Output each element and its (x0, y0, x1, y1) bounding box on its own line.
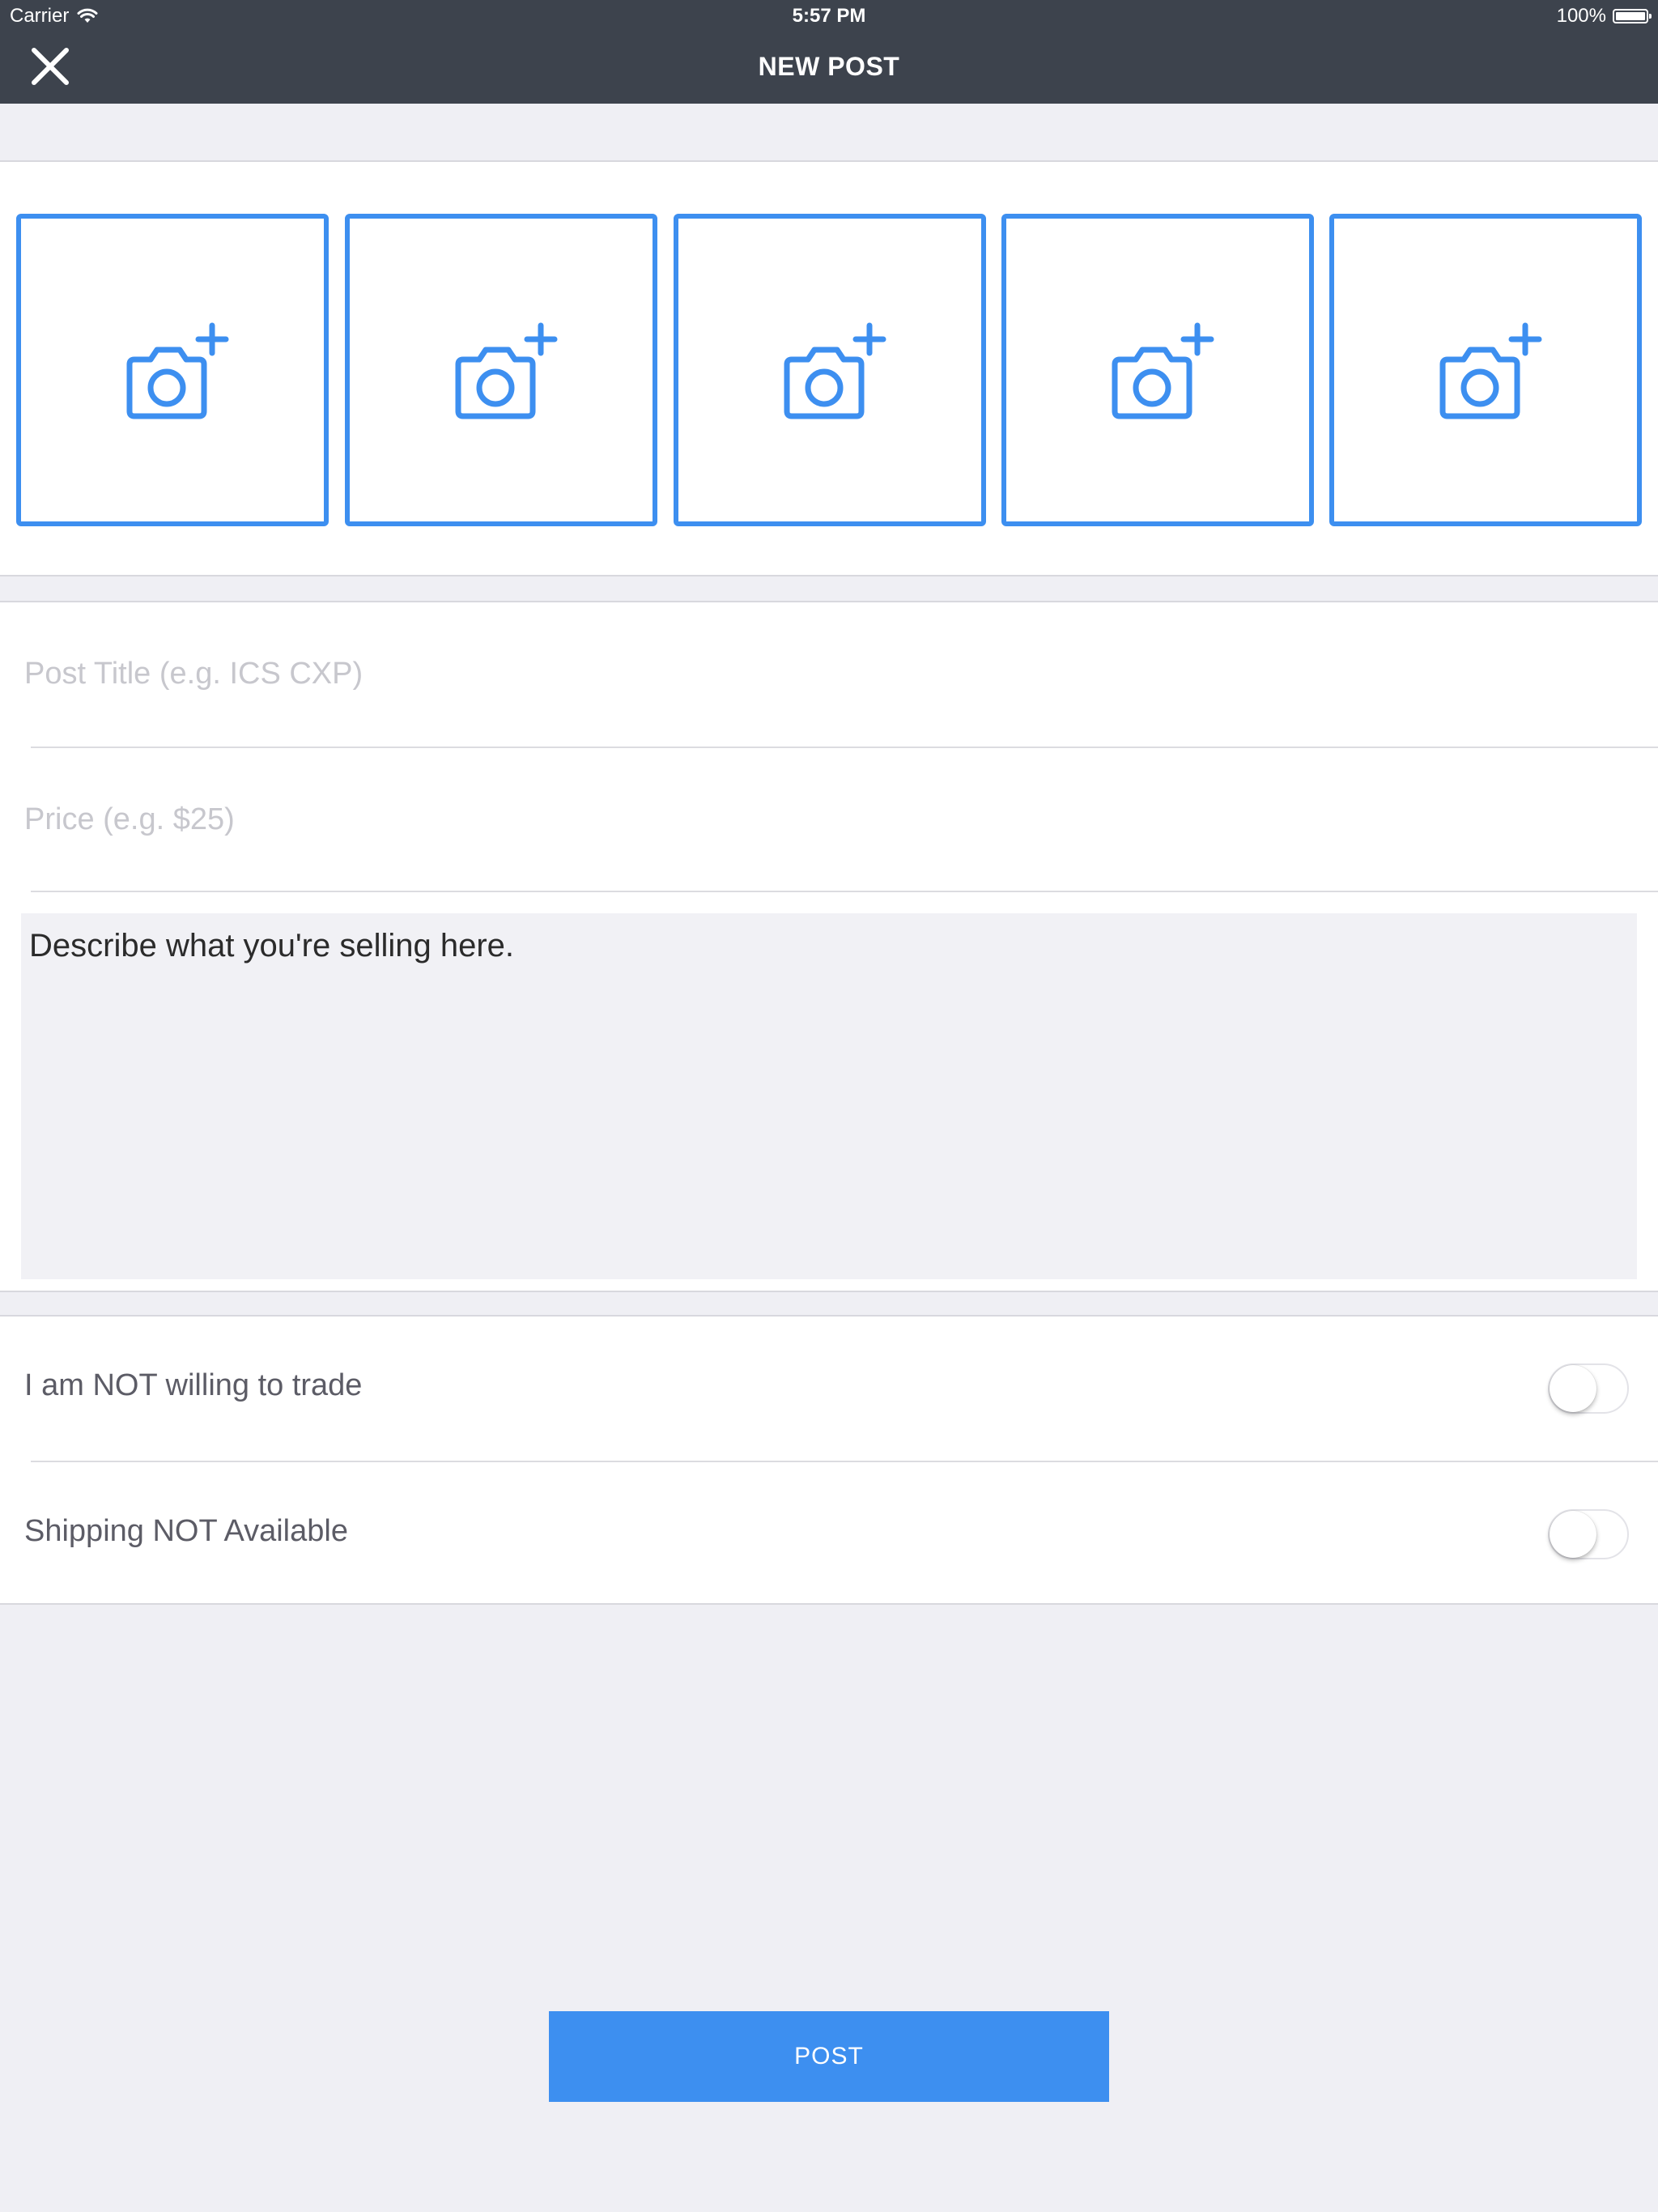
add-photo-icon (126, 322, 229, 419)
nav-bar: Carrier 5:57 PM 100% NEW POST (0, 0, 1658, 104)
shipping-toggle-switch[interactable] (1548, 1509, 1629, 1559)
status-time: 5:57 PM (792, 5, 866, 27)
add-photo-slot-4[interactable] (1001, 214, 1314, 526)
post-title-input[interactable] (23, 636, 1637, 711)
trade-toggle-switch[interactable] (1548, 1363, 1629, 1414)
field-divider (31, 747, 1658, 748)
toggle-row-shipping: Shipping NOT Available (0, 1462, 1658, 1606)
shipping-toggle-label: Shipping NOT Available (24, 1514, 348, 1548)
battery-icon (1613, 9, 1652, 23)
photo-picker (0, 160, 1658, 576)
add-photo-slot-2[interactable] (345, 214, 657, 526)
battery-percent: 100% (1556, 5, 1606, 27)
field-divider (31, 891, 1658, 892)
trade-toggle-label: I am NOT willing to trade (24, 1368, 363, 1402)
add-photo-slot-1[interactable] (16, 214, 329, 526)
switch-knob (1550, 1365, 1596, 1412)
add-photo-slot-3[interactable] (674, 214, 986, 526)
description-textarea[interactable] (21, 913, 1637, 1279)
status-bar-right: 100% (1556, 5, 1652, 28)
add-photo-icon (784, 322, 886, 419)
price-input[interactable] (23, 782, 1637, 857)
post-button[interactable]: POST (549, 2011, 1109, 2102)
options-section: I am NOT willing to trade Shipping NOT A… (0, 1315, 1658, 1605)
add-photo-icon (1112, 322, 1214, 419)
add-photo-icon (455, 322, 558, 419)
add-photo-icon (1439, 322, 1542, 419)
toggle-row-trade: I am NOT willing to trade (0, 1317, 1658, 1461)
post-form: Describe what you're selling here. (0, 601, 1658, 1292)
add-photo-slot-5[interactable] (1329, 214, 1642, 526)
switch-knob (1550, 1511, 1596, 1558)
page-title: NEW POST (758, 52, 900, 81)
